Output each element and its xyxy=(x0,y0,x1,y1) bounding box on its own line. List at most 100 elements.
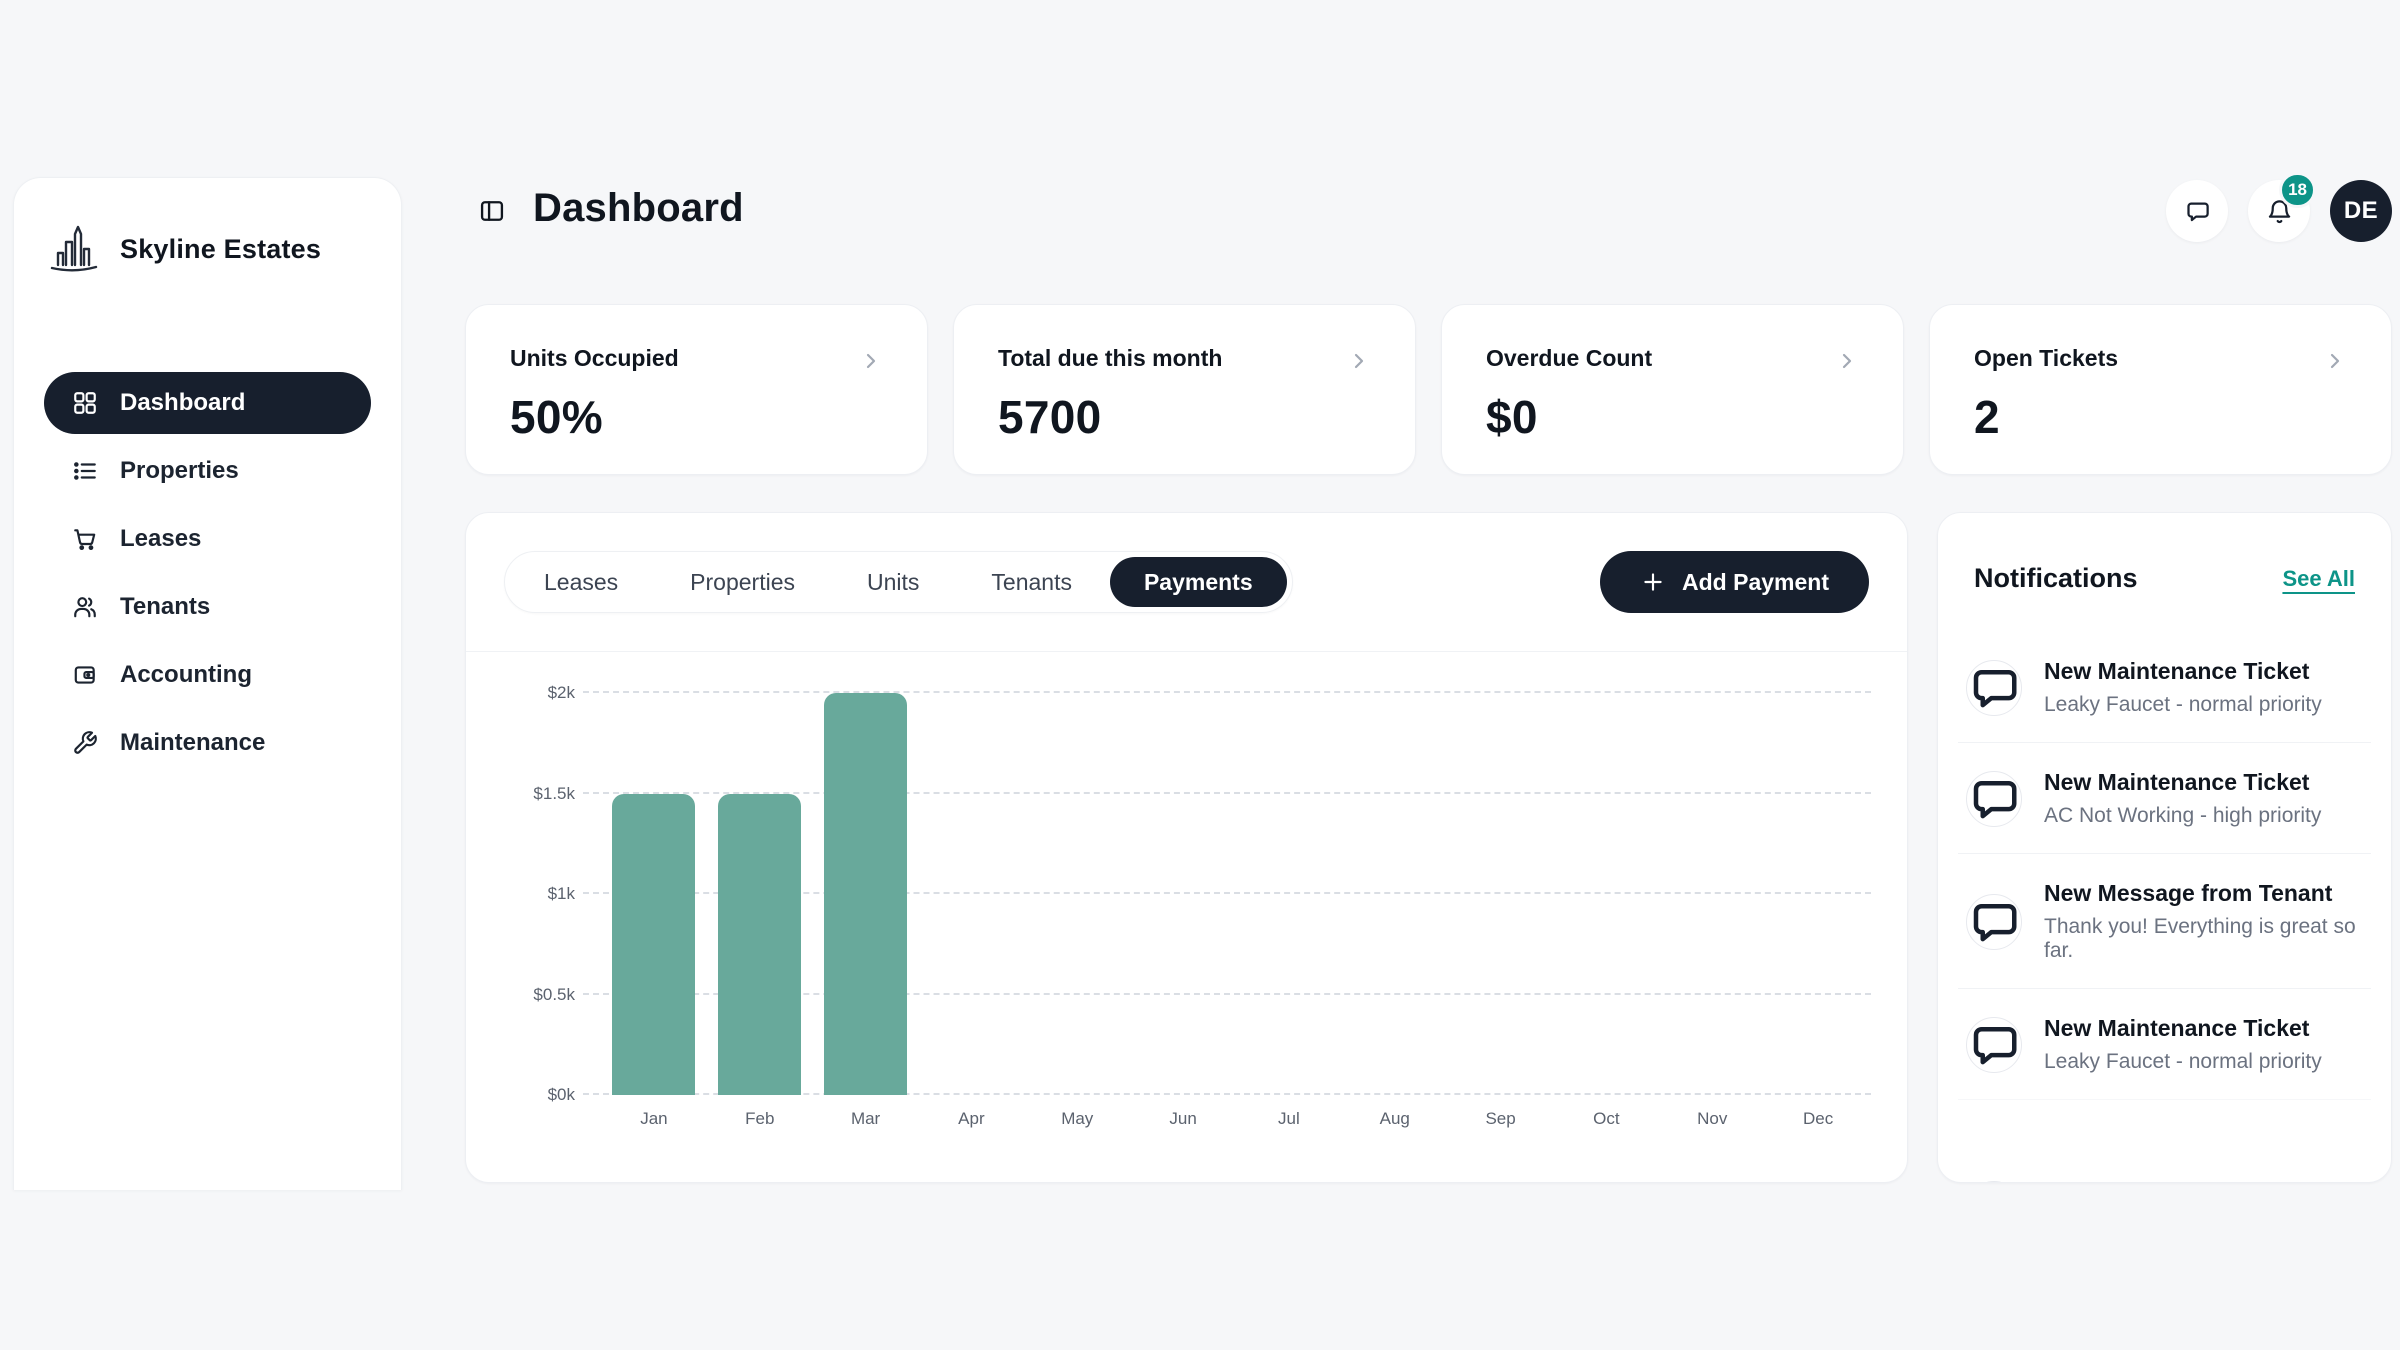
list-icon xyxy=(72,458,98,484)
list-item[interactable]: New Maintenance Ticket AC Not Working - … xyxy=(1958,743,2371,854)
sidebar-item-label: Leases xyxy=(120,525,201,553)
notification-subtitle: Leaky Faucet - normal priority xyxy=(2044,1050,2322,1074)
users-icon xyxy=(72,594,98,620)
notifications-list: New Maintenance Ticket Leaky Faucet - no… xyxy=(1958,632,2371,1183)
y-axis-tick-label: $0.5k xyxy=(533,985,575,1005)
wrench-icon xyxy=(72,730,98,756)
x-axis-tick-label: Mar xyxy=(851,1109,880,1129)
list-item-partial[interactable] xyxy=(1958,1100,2371,1183)
sidebar-item-leases[interactable]: Leases xyxy=(44,508,371,570)
content-tabbar: Leases Properties Units Tenants Payments xyxy=(504,551,1293,613)
main-content-card: Leases Properties Units Tenants Payments… xyxy=(465,512,1908,1183)
main-card-header: Leases Properties Units Tenants Payments… xyxy=(466,513,1907,652)
chart-bar-feb xyxy=(718,794,801,1096)
page-title: Dashboard xyxy=(533,186,744,231)
messages-button[interactable] xyxy=(2166,180,2228,242)
list-item[interactable]: New Maintenance Ticket Leaky Faucet - no… xyxy=(1958,989,2371,1100)
notification-count-badge: 18 xyxy=(2279,172,2316,208)
notifications-header: Notifications See All xyxy=(1938,513,2391,594)
notifications-title: Notifications xyxy=(1974,563,2138,594)
y-axis-tick-label: $2k xyxy=(548,683,575,703)
sidebar-toggle-icon[interactable] xyxy=(478,197,506,225)
x-axis-tick-label: Oct xyxy=(1593,1109,1619,1129)
x-axis-tick-label: Jun xyxy=(1169,1109,1196,1129)
payments-bar-chart: $0k$0.5k$1k$1.5k$2kJanFebMarAprMayJunJul… xyxy=(601,693,1871,1095)
notifications-panel: Notifications See All New Maintenance Ti… xyxy=(1937,512,2392,1183)
chart-bar-mar xyxy=(824,693,907,1095)
add-payment-label: Add Payment xyxy=(1682,569,1829,596)
y-axis-tick-label: $1k xyxy=(548,884,575,904)
x-axis-tick-label: Aug xyxy=(1380,1109,1410,1129)
tab-payments[interactable]: Payments xyxy=(1110,557,1287,607)
sidebar-nav: Dashboard Properties Leases xyxy=(44,372,371,774)
chevron-right-icon xyxy=(1347,349,1371,373)
list-item[interactable]: New Message from Tenant Thank you! Every… xyxy=(1958,854,2371,989)
notification-title: New Maintenance Ticket xyxy=(2044,769,2321,796)
sidebar-item-tenants[interactable]: Tenants xyxy=(44,576,371,638)
x-axis-tick-label: Nov xyxy=(1697,1109,1727,1129)
stat-cards-row: Units Occupied 50% Total due this month … xyxy=(465,304,2392,475)
chevron-right-icon xyxy=(1835,349,1859,373)
notification-title: New Maintenance Ticket xyxy=(2044,1015,2322,1042)
tab-leases[interactable]: Leases xyxy=(510,557,652,607)
tab-tenants[interactable]: Tenants xyxy=(957,557,1106,607)
x-axis-tick-label: Jul xyxy=(1278,1109,1300,1129)
page-header: Dashboard 18 DE xyxy=(465,180,2392,242)
list-item[interactable]: New Maintenance Ticket Leaky Faucet - no… xyxy=(1958,632,2371,743)
avatar[interactable]: DE xyxy=(2330,180,2392,242)
sidebar: Skyline Estates Dashboard Properties xyxy=(13,177,402,1190)
sidebar-item-dashboard[interactable]: Dashboard xyxy=(44,372,371,434)
sidebar-item-maintenance[interactable]: Maintenance xyxy=(44,712,371,774)
notification-title: New Maintenance Ticket xyxy=(2044,658,2322,685)
grid-icon xyxy=(72,390,98,416)
stat-label: Units Occupied xyxy=(510,345,883,372)
brand: Skyline Estates xyxy=(44,222,371,276)
brand-logo-icon xyxy=(48,222,100,276)
chevron-right-icon xyxy=(859,349,883,373)
wallet-icon xyxy=(72,662,98,688)
sidebar-item-properties[interactable]: Properties xyxy=(44,440,371,502)
stat-card-total-due[interactable]: Total due this month 5700 xyxy=(953,304,1416,475)
stat-label: Total due this month xyxy=(998,345,1371,372)
sidebar-item-label: Properties xyxy=(120,457,239,485)
cart-icon xyxy=(72,526,98,552)
x-axis-tick-label: Dec xyxy=(1803,1109,1833,1129)
x-axis-tick-label: Sep xyxy=(1485,1109,1515,1129)
brand-name: Skyline Estates xyxy=(120,234,321,265)
sidebar-item-label: Dashboard xyxy=(120,389,245,417)
notification-subtitle: Thank you! Everything is great so far. xyxy=(2044,915,2363,963)
see-all-link[interactable]: See All xyxy=(2282,566,2355,592)
sidebar-item-label: Accounting xyxy=(120,661,252,689)
plus-icon xyxy=(1640,569,1666,595)
notification-subtitle: Leaky Faucet - normal priority xyxy=(2044,693,2322,717)
chat-bubble-icon xyxy=(1966,771,2022,827)
chat-bubble-icon xyxy=(1966,894,2022,950)
chart-gridline xyxy=(583,691,1871,693)
x-axis-tick-label: May xyxy=(1061,1109,1093,1129)
add-payment-button[interactable]: Add Payment xyxy=(1600,551,1869,613)
notifications-button[interactable]: 18 xyxy=(2248,180,2310,242)
x-axis-tick-label: Apr xyxy=(958,1109,984,1129)
stat-card-units-occupied[interactable]: Units Occupied 50% xyxy=(465,304,928,475)
y-axis-tick-label: $1.5k xyxy=(533,784,575,804)
notification-subtitle: AC Not Working - high priority xyxy=(2044,804,2321,828)
stat-value: 50% xyxy=(510,390,883,444)
sidebar-item-label: Maintenance xyxy=(120,729,265,757)
stat-value: $0 xyxy=(1486,390,1859,444)
chart-bar-jan xyxy=(612,794,695,1096)
stat-value: 2 xyxy=(1974,390,2347,444)
sidebar-item-accounting[interactable]: Accounting xyxy=(44,644,371,706)
notification-title: New Message from Tenant xyxy=(2044,880,2363,907)
header-actions: 18 DE xyxy=(2166,180,2392,242)
stat-card-open-tickets[interactable]: Open Tickets 2 xyxy=(1929,304,2392,475)
y-axis-tick-label: $0k xyxy=(548,1085,575,1105)
tab-properties[interactable]: Properties xyxy=(656,557,829,607)
chat-bubble-icon xyxy=(2184,198,2211,225)
chat-bubble-icon xyxy=(1966,1126,2022,1182)
chat-bubble-icon xyxy=(1966,660,2022,716)
stat-card-overdue-count[interactable]: Overdue Count $0 xyxy=(1441,304,1904,475)
stat-label: Overdue Count xyxy=(1486,345,1859,372)
stat-label: Open Tickets xyxy=(1974,345,2347,372)
tab-units[interactable]: Units xyxy=(833,557,953,607)
chevron-right-icon xyxy=(2323,349,2347,373)
